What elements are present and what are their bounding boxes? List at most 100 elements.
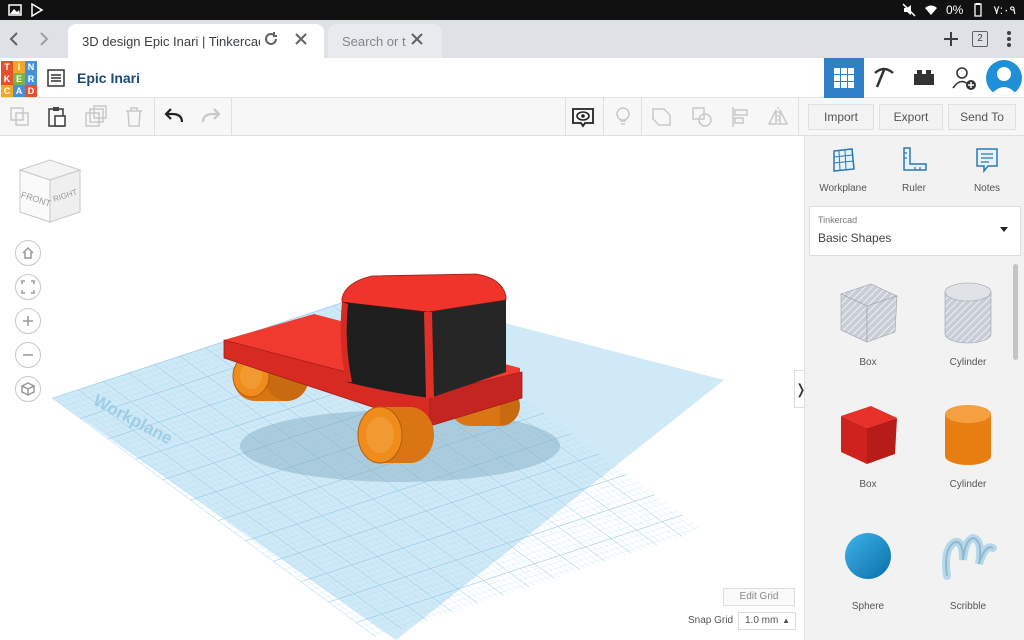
workplane-icon [833, 148, 855, 172]
tab-search[interactable]: Search or type [328, 24, 442, 58]
zoom-out-button[interactable] [15, 342, 41, 368]
back-button[interactable] [4, 28, 26, 50]
3d-viewport[interactable]: Workplane FRONT RIGHT Edit Grid Snap Gri… [0, 136, 804, 640]
import-button[interactable]: Import [808, 104, 874, 130]
align-button[interactable] [729, 105, 753, 129]
minus-icon [23, 354, 33, 356]
browser-menu-button[interactable] [1000, 28, 1018, 50]
shape-cylinder[interactable]: Cylinder [923, 398, 1013, 510]
undo-icon [164, 108, 184, 123]
sphere-icon [845, 533, 891, 579]
design-title[interactable]: Epic Inari [77, 70, 140, 86]
truck-cabin[interactable] [340, 273, 507, 398]
shapes-panel: Workplane Ruler Notes Tinkercad Basic Sh… [804, 136, 1024, 640]
hole-box-icon [840, 283, 898, 343]
view-cube[interactable]: FRONT RIGHT [16, 156, 84, 228]
delete-button[interactable] [122, 105, 146, 129]
avatar[interactable] [986, 60, 1022, 96]
mirror-button[interactable] [766, 105, 790, 129]
copy-icon [10, 107, 29, 126]
shape-label: Cylinder [949, 479, 987, 490]
shapes-scrollbar[interactable] [1013, 264, 1018, 360]
paste-button[interactable] [45, 105, 69, 129]
forward-button[interactable] [32, 28, 54, 50]
paste-icon [48, 107, 66, 127]
chevron-right-icon [40, 32, 49, 46]
app-header: TINKERCAD Epic Inari [0, 58, 1024, 98]
logo-letter: R [25, 73, 37, 85]
home-icon [22, 246, 34, 259]
notes-tool-button[interactable]: Notes [957, 146, 1017, 196]
3d-view-button[interactable] [824, 58, 864, 98]
tab-title: Search or type [342, 34, 406, 49]
blocks-view-button[interactable] [864, 58, 904, 98]
copy-button[interactable] [8, 105, 32, 129]
shape-sphere[interactable]: Sphere [823, 520, 913, 632]
shape-library-select[interactable]: Tinkercad Basic Shapes [809, 206, 1021, 256]
fit-view-button[interactable] [15, 274, 41, 300]
shape-cylinder-hole[interactable]: Cylinder [923, 276, 1013, 388]
snap-grid-value: 1.0 mm [745, 615, 779, 626]
workplane-tool-button[interactable]: Workplane [813, 146, 873, 196]
hole-cylinder-icon [944, 282, 992, 344]
perspective-cube-icon [21, 382, 35, 396]
show-all-button[interactable] [571, 105, 595, 129]
truck-wheel[interactable] [357, 406, 434, 464]
ruler-tool-button[interactable]: Ruler [884, 146, 944, 196]
battery-percent: 0% [945, 3, 964, 17]
redo-button[interactable] [199, 105, 223, 129]
group-button[interactable] [650, 105, 674, 129]
edit-grid-button[interactable]: Edit Grid [723, 588, 795, 606]
browser-tab-strip: 3D design Epic Inari | Tinkercad Search … [0, 20, 1024, 58]
shape-scribble[interactable]: Scribble [923, 520, 1013, 632]
ortho-view-button[interactable] [15, 376, 41, 402]
tab-switcher-button[interactable]: 2 [972, 31, 988, 47]
box-icon [841, 406, 897, 464]
tab-close-button[interactable] [294, 32, 312, 50]
invite-user-button[interactable] [944, 58, 984, 98]
tab-title: 3D design Epic Inari | Tinkercad [82, 34, 260, 49]
scene[interactable]: Workplane [0, 136, 804, 640]
cabin-window [342, 302, 430, 398]
logo-letter: K [1, 73, 13, 85]
ruler-icon [903, 147, 927, 171]
duplicate-icon [85, 105, 107, 127]
shape-box-hole[interactable]: Box [823, 276, 913, 388]
fit-icon [21, 280, 35, 294]
add-user-icon [952, 67, 976, 90]
bricks-view-button[interactable] [904, 58, 944, 98]
grid-icon [834, 68, 854, 88]
close-icon [295, 33, 307, 45]
reload-button[interactable] [264, 32, 282, 50]
lightbulb-icon [616, 107, 630, 125]
home-view-button[interactable] [15, 240, 41, 266]
logo-letter: C [1, 85, 13, 97]
notes-tool-label: Notes [973, 183, 1001, 194]
edit-toolbar: Import Export Send To [0, 98, 1024, 136]
new-tab-button[interactable] [940, 28, 962, 50]
chevron-left-icon [9, 32, 18, 46]
tinkercad-logo[interactable]: TINKERCAD [1, 61, 37, 97]
send-to-button[interactable]: Send To [948, 104, 1016, 130]
logo-letter: T [1, 61, 13, 73]
tab-close-button[interactable] [410, 32, 428, 50]
duplicate-button[interactable] [84, 105, 108, 129]
shape-label: Scribble [949, 601, 987, 612]
tab-tinkercad[interactable]: 3D design Epic Inari | Tinkercad [68, 24, 324, 58]
user-icon [990, 67, 1018, 96]
export-button[interactable]: Export [879, 104, 943, 130]
logo-letter: E [13, 73, 25, 85]
ungroup-button[interactable] [690, 105, 714, 129]
snap-grid-select[interactable]: 1.0 mm ▲ [738, 612, 796, 630]
undo-button[interactable] [162, 105, 186, 129]
mute-icon [902, 3, 916, 17]
zoom-in-button[interactable] [15, 308, 41, 334]
library-category: Tinkercad [818, 215, 858, 225]
eye-bubble-icon [572, 108, 594, 128]
light-button[interactable] [611, 105, 635, 129]
shapes-grid: Box Cylinder Box Cylinder Sphere Scribbl… [809, 262, 1013, 640]
align-icon [732, 107, 748, 127]
design-list-button[interactable] [46, 68, 66, 88]
wifi-icon [924, 5, 937, 15]
shape-box[interactable]: Box [823, 398, 913, 510]
